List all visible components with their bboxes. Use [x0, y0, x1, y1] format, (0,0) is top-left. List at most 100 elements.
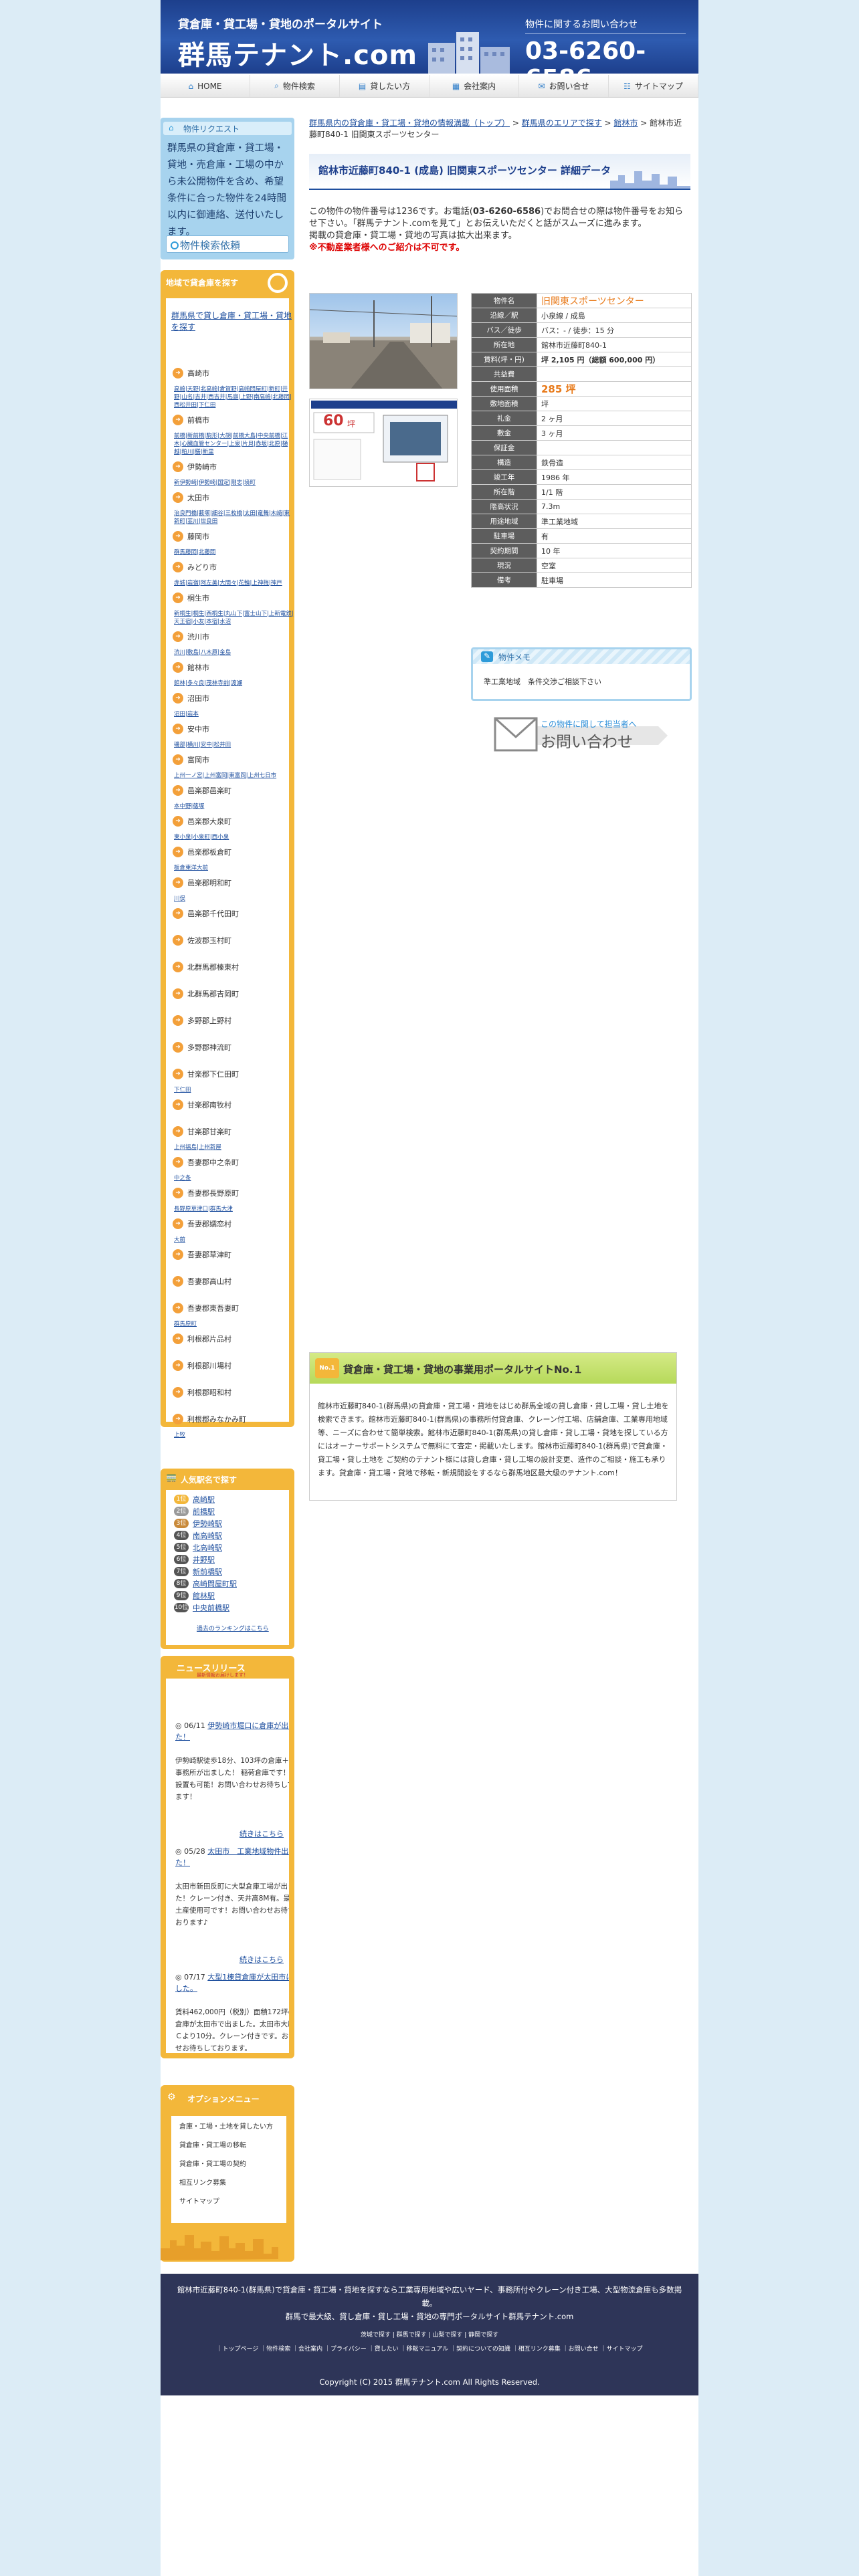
- ranking-item[interactable]: 6位 井野駅: [174, 1554, 215, 1565]
- nav-item-4[interactable]: ✉ お問い合せ: [519, 75, 609, 97]
- ranking-item[interactable]: 1位 高崎駅: [174, 1494, 215, 1505]
- request-button[interactable]: 物件検索依頼: [166, 235, 289, 253]
- site-logo[interactable]: 群馬テナント.com: [178, 33, 417, 72]
- city-item[interactable]: ➜ 多野郡神流町: [173, 1042, 231, 1053]
- footer-link[interactable]: ｜物件検索: [260, 2346, 292, 2353]
- city-item[interactable]: ➜ 太田市: [173, 492, 209, 503]
- breadcrumb-area[interactable]: 群馬県のエリアで探す: [522, 118, 602, 128]
- city-item[interactable]: ➜ 利根郡片品村: [173, 1333, 231, 1344]
- option-item[interactable]: 貸倉庫・貸工場の移転: [179, 2141, 289, 2150]
- footer-link[interactable]: ｜相互リンク募集: [512, 2346, 563, 2353]
- city-item[interactable]: ➜ 邑楽郡明和町: [173, 877, 231, 888]
- city-item[interactable]: ➜ 沼田市: [173, 693, 209, 704]
- city-item[interactable]: ➜ 佐波郡玉村町: [173, 935, 231, 946]
- ranking-item[interactable]: 5位 北高崎駅: [174, 1542, 222, 1553]
- option-item[interactable]: サイトマップ: [179, 2197, 289, 2206]
- floor-plan-image[interactable]: 60 坪: [309, 399, 458, 487]
- station-list[interactable]: 上州一ノ宮|上州富岡|東富岡|上州七日市: [174, 772, 294, 780]
- city-item[interactable]: ➜ 高崎市: [173, 368, 209, 379]
- city-item[interactable]: ➜ 富岡市: [173, 754, 209, 765]
- breadcrumb-top[interactable]: 群馬県内の貸倉庫・貸工場・貸地の情報満載（トップ）: [309, 118, 510, 128]
- station-list[interactable]: 下仁田: [174, 1086, 294, 1094]
- city-item[interactable]: ➜ 甘楽郡南牧村: [173, 1099, 231, 1110]
- station-list[interactable]: 赤城|岩宿|阿左美|大間々|花輪|上神梅|神戸: [174, 579, 294, 587]
- station-link[interactable]: 中央前橋駅: [193, 1602, 229, 1613]
- city-item[interactable]: ➜ 館林市: [173, 662, 209, 673]
- city-item[interactable]: ➜ 桐生市: [173, 593, 209, 603]
- city-item[interactable]: ➜ 吾妻郡嬬恋村: [173, 1218, 231, 1229]
- nav-item-2[interactable]: ▤ 貸したい方: [340, 75, 430, 97]
- option-item[interactable]: 倉庫・工場・土地を貸したい方: [179, 2123, 289, 2131]
- ranking-item[interactable]: 7位 新前橋駅: [174, 1566, 222, 1577]
- city-item[interactable]: ➜ 北群馬郡榛東村: [173, 962, 239, 972]
- nav-item-0[interactable]: ⌂ HOME: [161, 75, 250, 97]
- city-item[interactable]: ➜ 邑楽郡千代田町: [173, 908, 239, 919]
- footer-link[interactable]: ｜プライバシー: [324, 2346, 369, 2353]
- city-item[interactable]: ➜ 北群馬郡吉岡町: [173, 988, 239, 999]
- property-photo[interactable]: [309, 293, 458, 389]
- nav-item-1[interactable]: ⌕ 物件検索: [250, 75, 340, 97]
- station-list[interactable]: 磯部|横川|安中|松井田: [174, 741, 294, 749]
- station-list[interactable]: 館林|多々良|茂林寺前|渡瀬: [174, 679, 294, 687]
- station-link[interactable]: 高崎問屋町駅: [193, 1578, 237, 1589]
- station-list[interactable]: 大前: [174, 1236, 294, 1244]
- footer-link[interactable]: ｜貸したい: [369, 2346, 401, 2353]
- city-item[interactable]: ➜ 伊勢崎市: [173, 461, 217, 472]
- city-item[interactable]: ➜ 安中市: [173, 724, 209, 734]
- city-item[interactable]: ➜ 邑楽郡大泉町: [173, 816, 231, 827]
- city-item[interactable]: ➜ 前橋市: [173, 415, 209, 425]
- city-item[interactable]: ➜ 藤岡市: [173, 531, 209, 542]
- station-link[interactable]: 館林駅: [193, 1590, 215, 1601]
- station-list[interactable]: 新桐生|桐生|西桐生|丸山下|富士山下|上新電鉄|天王宿|小友|本宿|水沼: [174, 610, 294, 626]
- news-more-link[interactable]: 続きはこちら: [240, 1828, 284, 1839]
- station-list[interactable]: 治良門橋|藪塚|細谷|三枚橋|太田|竜舞|木崎|東新町|韮川|世良田: [174, 510, 294, 526]
- station-link[interactable]: 井野駅: [193, 1554, 215, 1565]
- city-item[interactable]: ➜ 吾妻郡草津町: [173, 1249, 231, 1260]
- footer-link[interactable]: ｜契約についての知識: [450, 2346, 512, 2353]
- footer-link[interactable]: ｜サイトマップ: [600, 2346, 642, 2353]
- station-list[interactable]: 東小泉|小泉町|西小泉: [174, 833, 294, 841]
- station-link[interactable]: 前橋駅: [193, 1506, 215, 1517]
- nav-item-3[interactable]: ▦ 会社案内: [430, 75, 519, 97]
- ranking-item[interactable]: 4位 南高崎駅: [174, 1530, 222, 1541]
- station-list[interactable]: 中之条: [174, 1174, 294, 1182]
- city-item[interactable]: ➜ 甘楽郡甘楽町: [173, 1126, 231, 1137]
- station-list[interactable]: 新伊勢崎|伊勢崎|国定|剛志|境町: [174, 479, 294, 487]
- city-item[interactable]: ➜ 吾妻郡中之条町: [173, 1157, 239, 1168]
- city-item[interactable]: ➜ 吾妻郡長野原町: [173, 1188, 239, 1198]
- city-item[interactable]: ➜ 吾妻郡高山村: [173, 1276, 231, 1287]
- city-item[interactable]: ➜ 利根郡川場村: [173, 1360, 231, 1371]
- station-list[interactable]: 群馬原町: [174, 1320, 294, 1328]
- nav-item-5[interactable]: ☷ サイトマップ: [609, 75, 698, 97]
- station-list[interactable]: 本中野|篠塚: [174, 802, 294, 811]
- city-item[interactable]: ➜ 邑楽郡板倉町: [173, 847, 231, 857]
- ranking-more-link[interactable]: 過去のランキングはこちら: [197, 1624, 269, 1632]
- station-list[interactable]: 高崎|天野|北高崎|倉賀野|高崎問屋町|新町|井野|山名|吉井|西吉井|馬庭|上…: [174, 385, 294, 409]
- station-list[interactable]: 上州福島|上州新屋: [174, 1144, 294, 1152]
- station-link[interactable]: 高崎駅: [193, 1494, 215, 1505]
- ranking-item[interactable]: 10位 中央前橋駅: [174, 1602, 229, 1613]
- station-link[interactable]: 北高崎駅: [193, 1542, 222, 1553]
- station-link[interactable]: 南高崎駅: [193, 1530, 222, 1541]
- station-list[interactable]: 沼田|岩本: [174, 710, 294, 718]
- ranking-item[interactable]: 2位 前橋駅: [174, 1506, 215, 1517]
- city-item[interactable]: ➜ みどり市: [173, 562, 217, 572]
- station-list[interactable]: 渋川|敷島|八木原|金島: [174, 649, 294, 657]
- ranking-item[interactable]: 9位 館林駅: [174, 1590, 215, 1601]
- station-list[interactable]: 上牧: [174, 1431, 294, 1439]
- station-list[interactable]: 群馬藤岡|北藤岡: [174, 548, 294, 556]
- station-link[interactable]: 伊勢崎駅: [193, 1518, 222, 1529]
- footer-link[interactable]: ｜トップページ: [217, 2346, 261, 2353]
- header-phone[interactable]: 03-6260-6586: [525, 37, 698, 74]
- station-list[interactable]: 長野原草津口|群馬大津: [174, 1205, 294, 1213]
- option-item[interactable]: 貸倉庫・貸工場の契約: [179, 2160, 289, 2169]
- footer-link[interactable]: ｜お問い合せ: [563, 2346, 601, 2353]
- contact-button[interactable]: この物件に関して担当者へ お問い合わせ: [491, 713, 668, 758]
- ranking-item[interactable]: 3位 伊勢崎駅: [174, 1518, 222, 1529]
- ranking-item[interactable]: 8位 高崎問屋町駅: [174, 1578, 237, 1589]
- city-item[interactable]: ➜ 吾妻郡東吾妻町: [173, 1303, 239, 1313]
- city-item[interactable]: ➜ 利根郡みなかみ町: [173, 1414, 246, 1424]
- station-list[interactable]: 川俣: [174, 895, 294, 903]
- city-item[interactable]: ➜ 甘楽郡下仁田町: [173, 1069, 239, 1079]
- city-item[interactable]: ➜ 邑楽郡邑楽町: [173, 785, 231, 796]
